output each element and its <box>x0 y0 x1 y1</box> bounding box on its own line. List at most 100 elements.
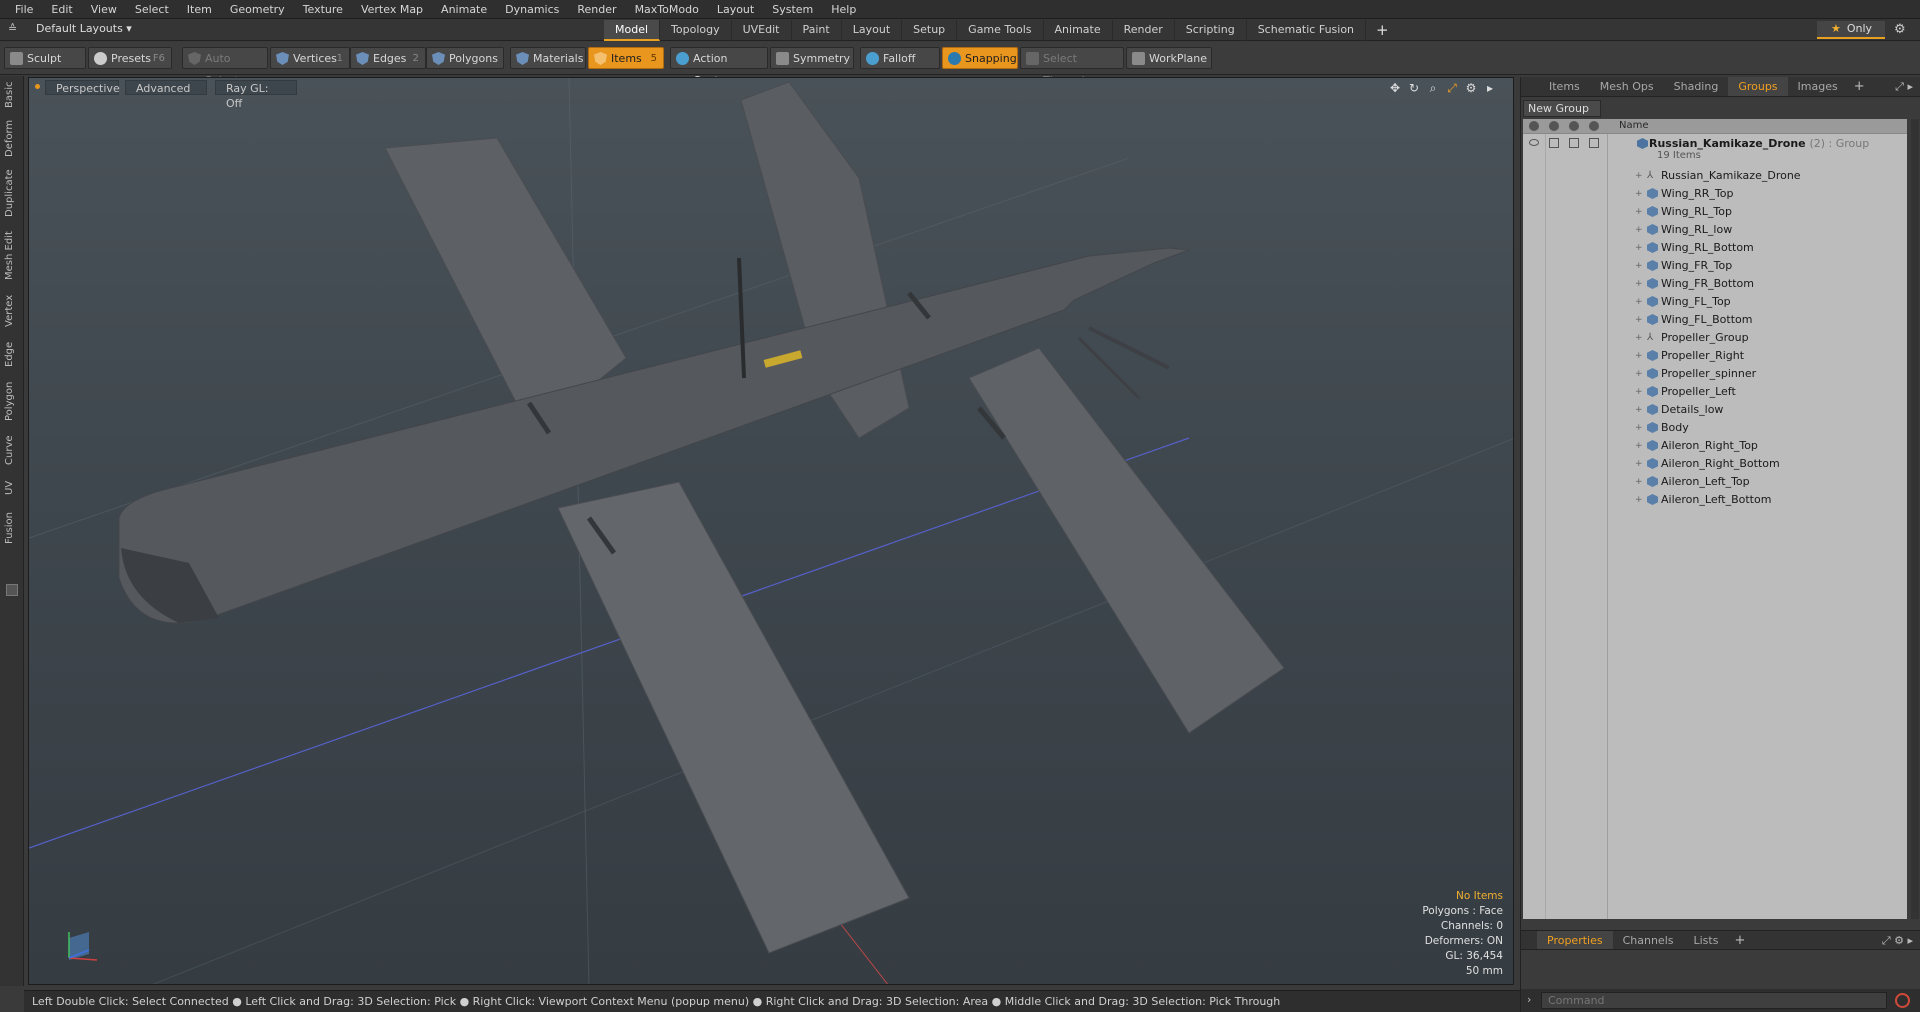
snapping-button[interactable]: Snapping <box>942 47 1018 69</box>
list-item[interactable]: + Aileron_Left_Top <box>1523 473 1907 491</box>
menu-animate[interactable]: Animate <box>432 0 496 19</box>
list-item[interactable]: + Wing_RL_low <box>1523 221 1907 239</box>
falloff-button[interactable]: Falloff <box>860 47 940 69</box>
tab-scripting[interactable]: Scripting <box>1175 20 1247 41</box>
render-column-icon[interactable] <box>1549 121 1559 131</box>
sidetab-duplicate[interactable]: Duplicate <box>4 168 20 218</box>
tab-game-tools[interactable]: Game Tools <box>957 20 1044 41</box>
tab-model[interactable]: Model <box>604 20 661 41</box>
workplane-button[interactable]: WorkPlane <box>1126 47 1212 69</box>
list-item[interactable]: + Body <box>1523 419 1907 437</box>
list-item[interactable]: + Wing_RL_Bottom <box>1523 239 1907 257</box>
render-toggle[interactable] <box>1549 138 1559 148</box>
tab-images[interactable]: Images <box>1788 77 1848 96</box>
auto-select-button[interactable]: Auto Select <box>182 47 268 87</box>
tab-setup[interactable]: Setup <box>902 20 958 41</box>
materials-button[interactable]: Materials <box>510 47 586 69</box>
viewport-menu-dot-icon[interactable] <box>35 84 40 89</box>
expand-icon[interactable]: + <box>1635 473 1643 491</box>
tab-channels[interactable]: Channels <box>1613 931 1684 949</box>
3d-viewport[interactable]: Perspective Advanced Ray GL: Off ✥ ↻ ⌕ ⤢… <box>28 77 1514 985</box>
command-history-icon[interactable]: › <box>1527 993 1531 1006</box>
expand-icon[interactable]: + <box>1635 221 1643 239</box>
list-item[interactable]: + Aileron_Right_Bottom <box>1523 455 1907 473</box>
visibility-column-icon[interactable] <box>1529 121 1539 131</box>
expand-icon[interactable]: + <box>1635 203 1643 221</box>
menu-layout[interactable]: Layout <box>708 0 763 19</box>
maximize-icon[interactable]: ⤢ <box>1445 81 1459 95</box>
tab-uvedit[interactable]: UVEdit <box>732 20 792 41</box>
sidetab-curve[interactable]: Curve <box>4 432 20 468</box>
tab-layout[interactable]: Layout <box>842 20 903 41</box>
menu-dynamics[interactable]: Dynamics <box>496 0 568 19</box>
menu-texture[interactable]: Texture <box>294 0 352 19</box>
command-stop-icon[interactable] <box>1895 993 1910 1008</box>
zoom-icon[interactable]: ⌕ <box>1426 81 1440 95</box>
sidetab-basic[interactable]: Basic <box>4 80 20 110</box>
presets-button[interactable]: Presets F6 <box>88 47 172 69</box>
lock-toggle[interactable] <box>1569 138 1579 148</box>
expand-icon[interactable]: + <box>1635 329 1643 347</box>
add-properties-tab-button[interactable]: + <box>1728 931 1751 949</box>
tab-lists[interactable]: Lists <box>1684 931 1729 949</box>
expand-icon[interactable]: + <box>1635 167 1643 185</box>
eye-icon[interactable] <box>1529 139 1539 146</box>
shading-advanced-button[interactable]: Advanced <box>125 80 207 95</box>
sidetab-fusion[interactable]: Fusion <box>4 508 20 548</box>
tab-mesh-ops[interactable]: Mesh Ops <box>1590 77 1664 96</box>
list-item[interactable]: + Aileron_Right_Top <box>1523 437 1907 455</box>
expand-icon[interactable]: + <box>1635 419 1643 437</box>
symmetry-button[interactable]: Symmetry <box>770 47 854 69</box>
name-column-header[interactable]: Name <box>1619 120 1649 131</box>
expand-icon[interactable]: + <box>1635 275 1643 293</box>
sidetab-toggle[interactable] <box>6 584 18 596</box>
sidetab-edge[interactable]: Edge <box>4 338 20 370</box>
viewport-more-icon[interactable]: ▸ <box>1483 81 1497 95</box>
expand-icon[interactable]: + <box>1635 491 1643 509</box>
sidetab-uv[interactable]: UV <box>4 476 20 500</box>
sidetab-mesh-edit[interactable]: Mesh Edit <box>4 228 20 284</box>
gear-icon[interactable]: ⚙ <box>1894 22 1906 37</box>
menu-maxtomodo[interactable]: MaxToModo <box>626 0 708 19</box>
menu-vertex-map[interactable]: Vertex Map <box>352 0 432 19</box>
list-item[interactable]: + Wing_FR_Top <box>1523 257 1907 275</box>
tab-animate[interactable]: Animate <box>1044 20 1113 41</box>
select-through-button[interactable]: Select Through <box>1020 47 1124 87</box>
group-row[interactable]: Russian_Kamikaze_Drone (2) : Group 19 It… <box>1523 135 1907 165</box>
expand-icon[interactable]: + <box>1635 293 1643 311</box>
list-item[interactable]: + Propeller_spinner <box>1523 365 1907 383</box>
lock-column-icon[interactable] <box>1569 121 1579 131</box>
sidetab-deform[interactable]: Deform <box>4 118 20 158</box>
action-center-button[interactable]: Action Center <box>670 47 768 87</box>
add-panel-tab-button[interactable]: + <box>1848 77 1871 96</box>
properties-expand-icon[interactable]: ⤢ ⚙ ▸ <box>1882 934 1913 948</box>
list-item[interactable]: + Wing_RR_Top <box>1523 185 1907 203</box>
expand-icon[interactable]: + <box>1635 311 1643 329</box>
menu-file[interactable]: File <box>6 0 42 19</box>
new-group-button[interactable]: New Group <box>1523 100 1601 117</box>
menu-geometry[interactable]: Geometry <box>221 0 294 19</box>
expand-icon[interactable]: + <box>1635 239 1643 257</box>
menu-item[interactable]: Item <box>178 0 221 19</box>
panel-expand-icon[interactable]: ⤢ ▸ <box>1895 80 1913 94</box>
expand-icon[interactable]: + <box>1635 437 1643 455</box>
raygl-button[interactable]: Ray GL: Off <box>215 80 297 110</box>
tab-topology[interactable]: Topology <box>660 20 732 41</box>
sculpt-button[interactable]: Sculpt <box>4 47 86 69</box>
sidetab-vertex[interactable]: Vertex <box>4 292 20 330</box>
tab-paint[interactable]: Paint <box>792 20 842 41</box>
expand-icon[interactable]: + <box>1635 365 1643 383</box>
menu-render[interactable]: Render <box>568 0 625 19</box>
rotate-icon[interactable]: ↻ <box>1407 81 1421 95</box>
add-tab-button[interactable]: + <box>1366 20 1399 41</box>
list-item[interactable]: + Details_low <box>1523 401 1907 419</box>
tab-render[interactable]: Render <box>1113 20 1175 41</box>
list-item[interactable]: + ⅄ Propeller_Group <box>1523 329 1907 347</box>
tab-items[interactable]: Items <box>1539 77 1590 96</box>
menu-select[interactable]: Select <box>126 0 178 19</box>
viewport-settings-icon[interactable]: ⚙ <box>1464 81 1478 95</box>
menu-help[interactable]: Help <box>822 0 865 19</box>
tab-shading[interactable]: Shading <box>1664 77 1729 96</box>
tab-groups[interactable]: Groups <box>1728 77 1788 96</box>
tab-properties[interactable]: Properties <box>1537 931 1613 949</box>
